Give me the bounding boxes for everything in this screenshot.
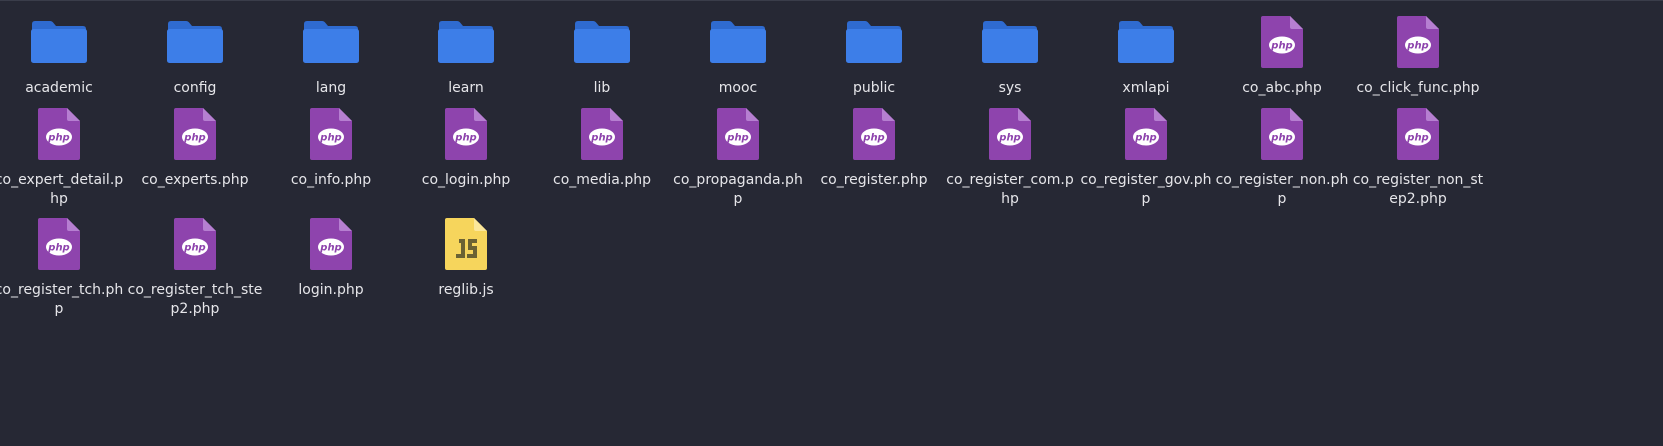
folder-icon xyxy=(844,14,904,70)
folder-item[interactable]: mooc xyxy=(670,14,806,98)
svg-text:php: php xyxy=(862,133,884,144)
file-item[interactable]: php co_register_tch_step2.php xyxy=(127,216,263,319)
file-item[interactable]: php co_register.php xyxy=(806,106,942,190)
svg-text:php: php xyxy=(1270,41,1292,52)
file-name-label: co_info.php xyxy=(290,172,372,188)
php-file-icon: php xyxy=(301,106,361,162)
php-file-icon: php xyxy=(1252,106,1312,162)
file-item[interactable]: php co_login.php xyxy=(398,106,534,190)
file-name-label: learn xyxy=(448,80,484,96)
file-name-label: co_click_func.php xyxy=(1356,80,1480,96)
php-file-icon: php xyxy=(708,106,768,162)
folder-item[interactable]: lang xyxy=(263,14,399,98)
folder-icon xyxy=(1116,14,1176,70)
svg-text:php: php xyxy=(1134,133,1156,144)
file-item[interactable]: php co_experts.php xyxy=(127,106,263,190)
file-item[interactable]: php co_register_non.php xyxy=(1214,106,1350,209)
php-file-icon: php xyxy=(980,106,1040,162)
file-name-label: co_login.php xyxy=(421,172,511,188)
file-grid: academic config lang learn lib mooc public sys x… xyxy=(0,0,1663,446)
file-name-label: co_register_com.php xyxy=(946,172,1074,207)
svg-text:php: php xyxy=(183,243,205,254)
file-name-label: co_register.php xyxy=(820,172,928,188)
file-item[interactable]: php co_register_tch.php xyxy=(0,216,127,319)
folder-item[interactable]: public xyxy=(806,14,942,98)
file-item[interactable]: reglib.js xyxy=(398,216,534,300)
file-name-label: co_expert_detail.php xyxy=(0,172,124,207)
file-name-label: co_abc.php xyxy=(1242,80,1322,96)
file-item[interactable]: php login.php xyxy=(263,216,399,300)
file-item[interactable]: php co_media.php xyxy=(534,106,670,190)
svg-text:php: php xyxy=(454,133,476,144)
svg-text:php: php xyxy=(319,133,341,144)
folder-icon xyxy=(29,14,89,70)
php-file-icon: php xyxy=(301,216,361,272)
folder-icon xyxy=(572,14,632,70)
file-name-label: co_media.php xyxy=(553,172,651,188)
php-file-icon: php xyxy=(844,106,904,162)
svg-text:php: php xyxy=(726,133,748,144)
file-name-label: co_register_non.php xyxy=(1215,172,1349,207)
php-file-icon: php xyxy=(1388,14,1448,70)
php-file-icon: php xyxy=(29,216,89,272)
file-item[interactable]: php co_register_com.php xyxy=(942,106,1078,209)
php-file-icon: php xyxy=(572,106,632,162)
file-name-label: public xyxy=(852,80,896,96)
js-file-icon xyxy=(436,216,496,272)
file-item[interactable]: php co_register_non_step2.php xyxy=(1350,106,1486,209)
folder-item[interactable]: xmlapi xyxy=(1078,14,1214,98)
file-name-label: config xyxy=(173,80,217,96)
php-file-icon: php xyxy=(1252,14,1312,70)
svg-text:php: php xyxy=(47,243,69,254)
php-file-icon: php xyxy=(1388,106,1448,162)
file-name-label: co_register_tch.php xyxy=(0,282,124,317)
svg-text:php: php xyxy=(1270,133,1292,144)
file-item[interactable]: php co_abc.php xyxy=(1214,14,1350,98)
svg-text:php: php xyxy=(47,133,69,144)
file-name-label: lib xyxy=(593,80,611,96)
svg-text:php: php xyxy=(319,243,341,254)
svg-text:php: php xyxy=(1406,41,1428,52)
file-name-label: co_register_gov.php xyxy=(1080,172,1212,207)
file-name-label: lang xyxy=(315,80,347,96)
php-file-icon: php xyxy=(1116,106,1176,162)
folder-icon xyxy=(980,14,1040,70)
folder-icon xyxy=(301,14,361,70)
folder-item[interactable]: sys xyxy=(942,14,1078,98)
folder-item[interactable]: config xyxy=(127,14,263,98)
file-item[interactable]: php co_register_gov.php xyxy=(1078,106,1214,209)
folder-item[interactable]: academic xyxy=(0,14,127,98)
file-item[interactable]: php co_propaganda.php xyxy=(670,106,806,209)
svg-text:php: php xyxy=(183,133,205,144)
file-item[interactable]: php co_info.php xyxy=(263,106,399,190)
php-file-icon: php xyxy=(436,106,496,162)
file-item[interactable]: php co_click_func.php xyxy=(1350,14,1486,98)
file-item[interactable]: php co_expert_detail.php xyxy=(0,106,127,209)
php-file-icon: php xyxy=(165,216,225,272)
file-name-label: co_register_tch_step2.php xyxy=(127,282,263,317)
folder-icon xyxy=(708,14,768,70)
folder-item[interactable]: lib xyxy=(534,14,670,98)
folder-item[interactable]: learn xyxy=(398,14,534,98)
file-name-label: sys xyxy=(998,80,1022,96)
php-file-icon: php xyxy=(29,106,89,162)
php-file-icon: php xyxy=(165,106,225,162)
file-name-label: login.php xyxy=(298,282,364,298)
file-name-label: co_propaganda.php xyxy=(673,172,803,207)
svg-text:php: php xyxy=(590,133,612,144)
svg-text:php: php xyxy=(998,133,1020,144)
folder-icon xyxy=(165,14,225,70)
file-name-label: academic xyxy=(25,80,93,96)
svg-text:php: php xyxy=(1406,133,1428,144)
file-name-label: xmlapi xyxy=(1122,80,1170,96)
file-name-label: mooc xyxy=(718,80,758,96)
file-name-label: reglib.js xyxy=(438,282,494,298)
file-name-label: co_experts.php xyxy=(141,172,249,188)
folder-icon xyxy=(436,14,496,70)
file-name-label: co_register_non_step2.php xyxy=(1352,172,1484,207)
